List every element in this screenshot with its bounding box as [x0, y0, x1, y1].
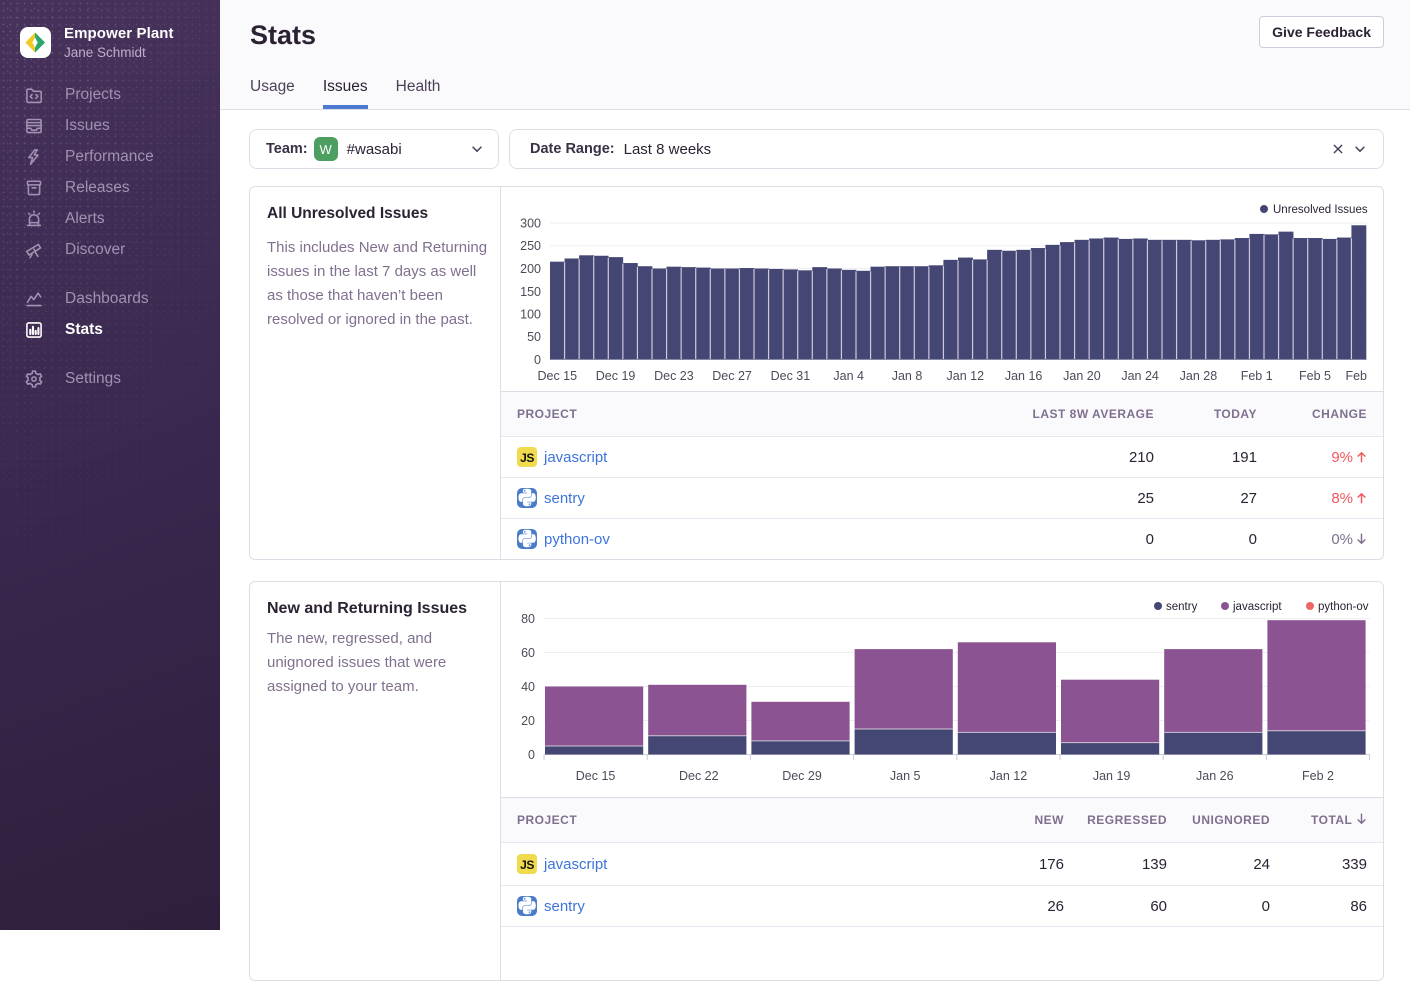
svg-text:Dec 22: Dec 22: [679, 769, 719, 783]
svg-text:20: 20: [521, 714, 535, 728]
svg-text:javascript: javascript: [1232, 601, 1282, 613]
svg-text:Feb 5: Feb 5: [1299, 369, 1331, 383]
svg-text:Jan 8: Jan 8: [892, 369, 923, 383]
svg-text:Dec 29: Dec 29: [782, 769, 822, 783]
svg-text:Unresolved Issues: Unresolved Issues: [1273, 204, 1368, 216]
svg-text:sentry: sentry: [1166, 601, 1198, 613]
svg-text:Dec 27: Dec 27: [712, 369, 752, 383]
svg-text:Feb 1: Feb 1: [1241, 369, 1273, 383]
svg-text:300: 300: [520, 217, 541, 231]
svg-text:Dec 23: Dec 23: [654, 369, 694, 383]
svg-text:Jan 5: Jan 5: [890, 769, 921, 783]
svg-text:Jan 16: Jan 16: [1005, 369, 1043, 383]
svg-text:Jan 20: Jan 20: [1063, 369, 1101, 383]
svg-text:Jan 28: Jan 28: [1180, 369, 1218, 383]
svg-text:Dec 15: Dec 15: [576, 769, 616, 783]
svg-text:Jan 12: Jan 12: [990, 769, 1028, 783]
svg-text:Jan 26: Jan 26: [1196, 769, 1234, 783]
svg-text:Feb 2: Feb 2: [1302, 769, 1334, 783]
svg-text:Dec 15: Dec 15: [537, 369, 577, 383]
svg-text:Feb: Feb: [1345, 369, 1367, 383]
svg-text:Dec 19: Dec 19: [596, 369, 636, 383]
svg-text:Dec 31: Dec 31: [771, 369, 811, 383]
svg-text:40: 40: [521, 680, 535, 694]
svg-text:50: 50: [527, 330, 541, 344]
svg-text:60: 60: [521, 646, 535, 660]
svg-text:250: 250: [520, 239, 541, 253]
svg-text:0: 0: [534, 353, 541, 367]
svg-text:80: 80: [521, 612, 535, 626]
svg-text:python-ov: python-ov: [1318, 601, 1369, 613]
svg-text:Jan 4: Jan 4: [833, 369, 864, 383]
svg-text:Jan 24: Jan 24: [1121, 369, 1159, 383]
svg-text:0: 0: [528, 748, 535, 762]
svg-text:Jan 12: Jan 12: [947, 369, 985, 383]
svg-text:Jan 19: Jan 19: [1093, 769, 1131, 783]
svg-text:100: 100: [520, 308, 541, 322]
svg-text:150: 150: [520, 285, 541, 299]
svg-text:200: 200: [520, 262, 541, 276]
